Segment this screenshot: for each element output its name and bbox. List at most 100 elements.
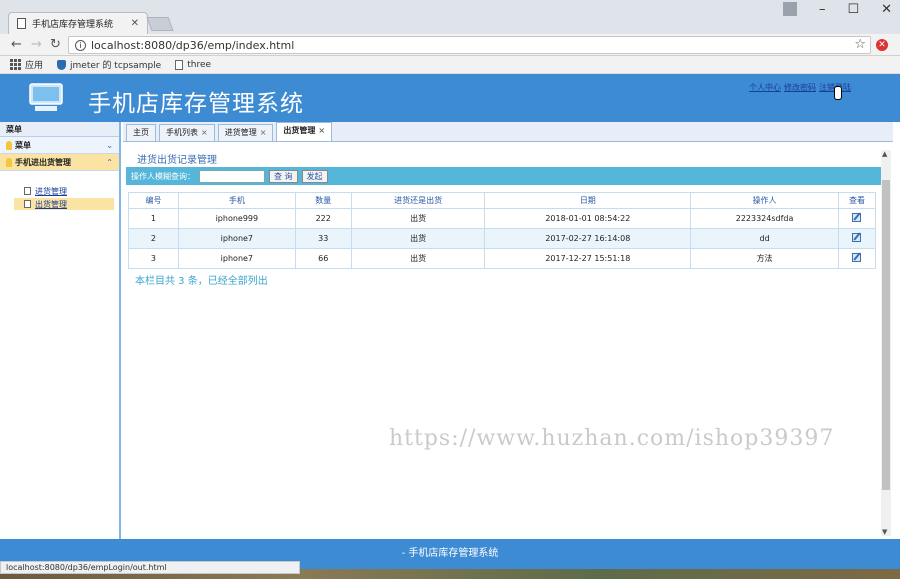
profile-icon[interactable]: [783, 2, 797, 16]
bookmark-apps[interactable]: 应用: [10, 58, 43, 71]
status-bar-url: localhost:8080/dp36/empLogin/out.html: [0, 561, 300, 574]
new-tab-button[interactable]: [146, 17, 174, 31]
cell-date: 2017-02-27 16:14:08: [484, 228, 692, 249]
column-header: 查看: [837, 192, 877, 209]
sidebar-sublist: 进货管理 出货管理: [0, 171, 119, 210]
column-header: 进货还是出货: [350, 192, 486, 209]
reload-icon[interactable]: ↻: [50, 37, 61, 52]
browser-tab[interactable]: 手机店库存管理系统 ✕: [8, 12, 148, 34]
sidebar-item-purchase[interactable]: 进货管理: [14, 185, 114, 197]
sidebar-title: 菜单: [0, 122, 119, 137]
star-icon[interactable]: ☆: [854, 37, 866, 52]
mouse-cursor: [834, 86, 842, 100]
address-bar[interactable]: i localhost:8080/dp36/emp/index.html ☆: [68, 36, 871, 54]
close-icon[interactable]: ×: [201, 128, 208, 137]
browser-titlebar: 手机店库存管理系统 ✕ – ☐ ✕: [0, 0, 900, 34]
close-icon[interactable]: ×: [260, 128, 267, 137]
cell-id: 3: [128, 248, 179, 269]
cell-view: [837, 248, 877, 269]
reset-button[interactable]: 发起: [301, 169, 328, 183]
tab-phone-list[interactable]: 手机列表 ×: [159, 124, 215, 141]
close-icon[interactable]: ×: [318, 126, 325, 135]
close-window-icon[interactable]: ✕: [881, 2, 892, 17]
table-row[interactable]: 3 iphone7 66 出货 2017-12-27 15:51:18 方法: [128, 248, 877, 269]
info-icon[interactable]: i: [75, 39, 86, 51]
cell-operator: 2223324sdfda: [690, 208, 839, 229]
column-header: 手机: [177, 192, 296, 209]
maximize-icon[interactable]: ☐: [847, 2, 859, 17]
bulb-icon: [6, 140, 12, 150]
search-input[interactable]: [199, 169, 265, 183]
edit-icon[interactable]: [852, 253, 862, 262]
watermark-text: https://www.huzhan.com/ishop39397: [389, 426, 835, 451]
record-summary: 本栏目共 3 条，已经全部列出: [135, 276, 268, 287]
bookmark-jmeter[interactable]: jmeter 的 tcpsample: [57, 58, 161, 71]
cell-phone: iphone7: [177, 228, 296, 249]
scroll-up-icon[interactable]: ▲: [882, 150, 887, 158]
column-header: 数量: [294, 192, 352, 209]
table-row[interactable]: 2 iphone7 33 出货 2017-02-27 16:14:08 dd: [128, 228, 877, 249]
sidebar-section-menu[interactable]: 菜单 ⌄: [0, 137, 119, 154]
cell-phone: iphone7: [177, 248, 296, 269]
sidebar-section-stock[interactable]: 手机进出货管理 ⌃: [0, 154, 119, 171]
profile-link[interactable]: 个人中心: [749, 82, 781, 93]
bookmark-three[interactable]: three: [175, 59, 211, 70]
search-label: 操作人模糊查询：: [131, 171, 195, 181]
monitor-logo-icon: [29, 83, 63, 111]
apps-icon: [10, 59, 21, 70]
change-password-link[interactable]: 修改密码: [784, 82, 816, 93]
column-header: 日期: [484, 192, 692, 209]
page-icon: [17, 18, 26, 29]
page-icon: [24, 200, 31, 208]
tab-shipment[interactable]: 出货管理 ×: [276, 122, 333, 141]
cell-phone: iphone999: [177, 208, 296, 229]
close-tab-icon[interactable]: ✕: [131, 18, 139, 29]
cell-quantity: 66: [294, 248, 352, 269]
page-icon: [175, 59, 184, 70]
page-title: 进货出货记录管理: [137, 155, 217, 166]
page-icon: [24, 187, 31, 195]
cell-quantity: 222: [294, 208, 352, 229]
cell-type: 出货: [350, 248, 486, 269]
sidebar-item-shipment[interactable]: 出货管理: [14, 198, 114, 210]
cell-quantity: 33: [294, 228, 352, 249]
bulb-icon: [6, 157, 12, 167]
cell-date: 2017-12-27 15:51:18: [484, 248, 692, 269]
column-header: 操作人: [690, 192, 839, 209]
cell-operator: 方法: [690, 248, 839, 269]
search-bar: 操作人模糊查询： 查 询 发起: [126, 167, 881, 185]
cell-date: 2018-01-01 08:54:22: [484, 208, 692, 229]
browser-tab-title: 手机店库存管理系统: [32, 20, 114, 30]
vertical-scrollbar[interactable]: ▲ ▼: [881, 150, 891, 536]
scroll-down-icon[interactable]: ▼: [882, 528, 887, 536]
browser-toolbar: ← → ↻ i localhost:8080/dp36/emp/index.ht…: [0, 34, 900, 56]
minimize-icon[interactable]: –: [819, 2, 826, 17]
extension-icon[interactable]: ✕: [876, 39, 888, 51]
cell-operator: dd: [690, 228, 839, 249]
cell-view: [837, 208, 877, 229]
main-panel: 主页 手机列表 × 进货管理 × 出货管理 × 进货出货记录管理 操作人模糊查询： 查…: [123, 122, 893, 539]
cell-type: 出货: [350, 228, 486, 249]
page-tabs: 主页 手机列表 × 进货管理 × 出货管理 ×: [123, 122, 893, 142]
edit-icon[interactable]: [852, 213, 862, 222]
edit-icon[interactable]: [852, 233, 862, 242]
chevron-up-icon[interactable]: ⌃: [106, 158, 113, 167]
records-table: 编号 手机 数量 进货还是出货 日期 操作人 查看 1 iphone999 22…: [128, 192, 877, 269]
cell-view: [837, 228, 877, 249]
tab-home[interactable]: 主页: [126, 124, 156, 141]
sidebar: 菜单 菜单 ⌄ 手机进出货管理 ⌃ 进货管理 出货管理: [0, 122, 121, 539]
shield-icon: [57, 59, 67, 70]
cell-type: 出货: [350, 208, 486, 229]
table-header-row: 编号 手机 数量 进货还是出货 日期 操作人 查看: [128, 192, 877, 209]
chevron-down-icon[interactable]: ⌄: [106, 141, 113, 150]
scrollbar-thumb[interactable]: [882, 180, 890, 490]
cell-id: 1: [128, 208, 179, 229]
bookmarks-bar: 应用 jmeter 的 tcpsample three: [0, 56, 900, 74]
back-icon[interactable]: ←: [11, 37, 22, 52]
app-title: 手机店库存管理系统: [88, 91, 304, 117]
query-button[interactable]: 查 询: [269, 169, 298, 183]
table-row[interactable]: 1 iphone999 222 出货 2018-01-01 08:54:22 2…: [128, 208, 877, 229]
tab-purchase[interactable]: 进货管理 ×: [217, 124, 274, 141]
cell-id: 2: [128, 228, 179, 249]
forward-icon[interactable]: →: [31, 37, 42, 52]
